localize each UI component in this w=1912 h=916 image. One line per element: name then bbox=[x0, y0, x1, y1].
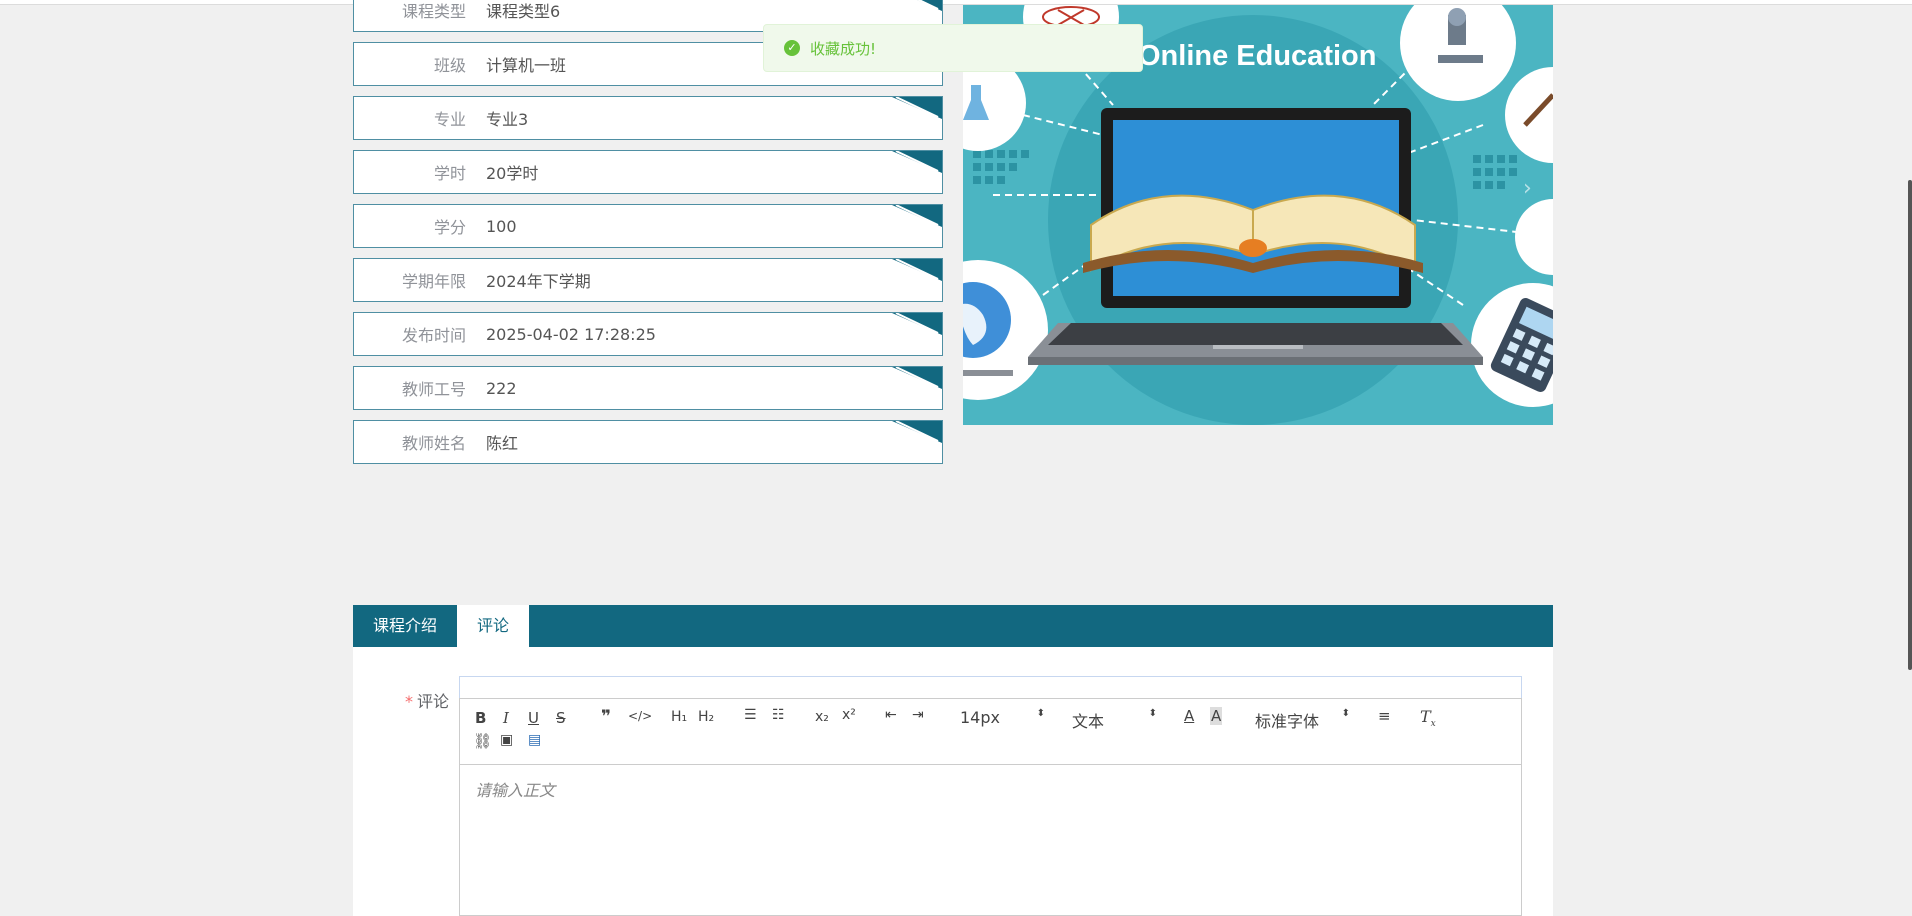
required-mark: * bbox=[405, 692, 413, 711]
font-family-value: 标准字体 bbox=[1255, 712, 1320, 731]
top-edge bbox=[0, 0, 1912, 5]
editor-top-border bbox=[459, 676, 1522, 698]
info-value: 计算机一班 bbox=[486, 56, 567, 75]
corner-decoration-icon bbox=[892, 367, 942, 389]
chevron-updown-icon: ⬍ bbox=[1341, 708, 1350, 719]
block-type-value: 文本 bbox=[1072, 712, 1105, 731]
info-row-major: 专业 专业3 bbox=[353, 96, 943, 140]
check-circle-icon: ✓ bbox=[784, 40, 800, 56]
clear-format-icon[interactable]: Tx bbox=[1420, 707, 1436, 729]
background-color-icon[interactable]: A bbox=[1210, 707, 1223, 725]
info-value: 100 bbox=[486, 216, 517, 236]
corner-decoration-icon bbox=[916, 0, 942, 11]
editor-content-area[interactable]: 请输入正文 bbox=[460, 765, 1521, 813]
image-icon[interactable]: ▣ bbox=[500, 732, 513, 748]
info-row-hours: 学时 20学时 bbox=[353, 150, 943, 194]
comment-field-label: * 评论 bbox=[405, 688, 449, 712]
chevron-updown-icon: ⬍ bbox=[1148, 708, 1157, 719]
block-type-select[interactable]: 文本 ⬍ bbox=[1072, 708, 1157, 732]
editor-placeholder: 请输入正文 bbox=[475, 781, 556, 800]
font-family-select[interactable]: 标准字体 ⬍ bbox=[1255, 708, 1350, 732]
chevron-updown-icon: ⬍ bbox=[1036, 708, 1045, 719]
info-row-term: 学期年限 2024年下学期 bbox=[353, 258, 943, 302]
info-row-publish-time: 发布时间 2025-04-02 17:28:25 bbox=[353, 312, 943, 356]
link-icon[interactable]: ⛓ bbox=[473, 732, 492, 750]
code-block-icon[interactable]: </> bbox=[628, 709, 652, 723]
toast-message: 收藏成功! bbox=[810, 39, 877, 58]
info-value: 2025-04-02 17:28:25 bbox=[486, 324, 656, 344]
superscript-icon[interactable]: x² bbox=[842, 707, 856, 723]
comment-label-text: 评论 bbox=[417, 692, 450, 711]
heading1-icon[interactable]: H₁ bbox=[671, 709, 687, 725]
rich-text-editor: B I U S ❞ </> H₁ H₂ ☰ ☷ x₂ x² ⇤ ⇥ 14px ⬍… bbox=[459, 698, 1522, 916]
info-label: 学时 bbox=[433, 164, 466, 183]
info-value: 2024年下学期 bbox=[486, 272, 591, 291]
success-toast: ✓ 收藏成功! bbox=[763, 24, 1143, 72]
info-value: 222 bbox=[486, 378, 517, 398]
info-label: 教师姓名 bbox=[401, 434, 466, 453]
bold-icon[interactable]: B bbox=[475, 709, 486, 727]
carousel-next-icon[interactable]: › bbox=[1523, 176, 1532, 201]
tab-course-intro[interactable]: 课程介绍 bbox=[353, 605, 457, 647]
bullet-list-icon[interactable]: ☷ bbox=[772, 707, 785, 723]
align-icon[interactable]: ≡ bbox=[1378, 707, 1391, 725]
info-label: 班级 bbox=[433, 56, 466, 75]
blockquote-icon[interactable]: ❞ bbox=[601, 707, 611, 727]
corner-decoration-icon bbox=[892, 205, 942, 227]
info-value: 课程类型6 bbox=[486, 2, 561, 21]
info-label: 教师工号 bbox=[401, 380, 466, 399]
content-tabs: 课程介绍 评论 bbox=[353, 605, 1553, 647]
corner-decoration-icon bbox=[892, 259, 942, 281]
info-value: 陈红 bbox=[486, 434, 519, 453]
editor-toolbar: B I U S ❞ </> H₁ H₂ ☰ ☷ x₂ x² ⇤ ⇥ 14px ⬍… bbox=[460, 699, 1521, 765]
info-label: 学期年限 bbox=[401, 272, 466, 291]
banner-headline: Online Education bbox=[1138, 40, 1376, 72]
info-row-teacher-name: 教师姓名 陈红 bbox=[353, 420, 943, 464]
italic-icon[interactable]: I bbox=[503, 709, 509, 727]
outdent-icon[interactable]: ⇤ bbox=[885, 707, 897, 723]
corner-decoration-icon bbox=[892, 97, 942, 119]
ordered-list-icon[interactable]: ☰ bbox=[744, 707, 757, 723]
strikethrough-icon[interactable]: S bbox=[556, 709, 566, 727]
font-size-value: 14px bbox=[960, 708, 1000, 727]
info-row-teacher-id: 教师工号 222 bbox=[353, 366, 943, 410]
tab-comments[interactable]: 评论 bbox=[457, 605, 530, 647]
info-label: 学分 bbox=[433, 218, 466, 237]
info-value: 专业3 bbox=[486, 110, 529, 129]
info-label: 专业 bbox=[433, 110, 466, 129]
corner-decoration-icon bbox=[892, 313, 942, 335]
video-icon[interactable]: ▤ bbox=[528, 732, 541, 748]
font-size-select[interactable]: 14px ⬍ bbox=[960, 708, 1045, 727]
info-label: 课程类型 bbox=[401, 2, 466, 21]
info-label: 发布时间 bbox=[401, 326, 466, 345]
corner-decoration-icon bbox=[892, 151, 942, 173]
info-value: 20学时 bbox=[486, 164, 539, 183]
corner-decoration-icon bbox=[892, 421, 942, 443]
subscript-icon[interactable]: x₂ bbox=[815, 709, 829, 725]
indent-icon[interactable]: ⇥ bbox=[912, 707, 924, 723]
heading2-icon[interactable]: H₂ bbox=[698, 709, 714, 725]
font-color-icon[interactable]: A bbox=[1184, 707, 1194, 725]
underline-icon[interactable]: U bbox=[528, 709, 539, 727]
page-scrollbar[interactable] bbox=[1908, 180, 1912, 670]
info-row-credits: 学分 100 bbox=[353, 204, 943, 248]
